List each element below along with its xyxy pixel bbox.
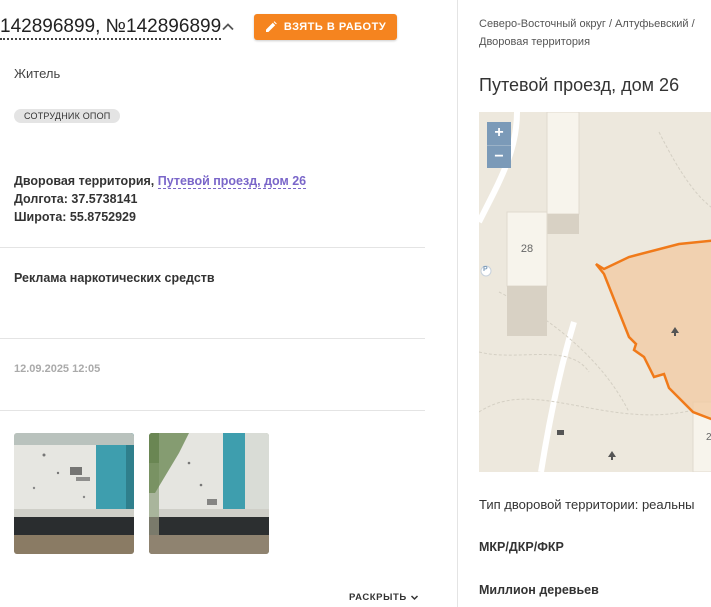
photo-thumbnail-1[interactable]: [14, 433, 134, 554]
territory-type: Тип дворовой территории: реальны: [479, 497, 695, 512]
longitude: Долгота: 37.5738141: [14, 192, 138, 206]
zoom-out-button[interactable]: −: [487, 145, 511, 168]
ticket-title[interactable]: 142896899, №142896899: [0, 16, 222, 40]
chevron-up-icon[interactable]: [220, 19, 236, 35]
role-badge: СОТРУДНИК ОПОП: [14, 109, 121, 123]
ticket-category: Реклама наркотических средств: [14, 271, 215, 285]
zoom-in-button[interactable]: +: [487, 122, 511, 145]
address-link[interactable]: Путевой проезд, дом 26: [157, 174, 307, 189]
take-to-work-label: ВЗЯТЬ В РАБОТУ: [283, 21, 387, 33]
divider: [0, 338, 425, 339]
expand-label: РАСКРЫТЬ: [349, 592, 407, 603]
photo-thumbnail-2[interactable]: [149, 433, 269, 554]
expand-button[interactable]: РАСКРЫТЬ: [349, 592, 419, 603]
latitude: Широта: 55.8752929: [14, 210, 136, 224]
address-prefix: Дворовая территория,: [14, 174, 155, 188]
territory-panel: Северо-Восточный округ / Алтуфьевский / …: [458, 0, 711, 607]
program-million-trees: Миллион деревьев: [479, 583, 599, 597]
ticket-date: 12.09.2025 12:05: [14, 363, 101, 375]
take-to-work-button[interactable]: ВЗЯТЬ В РАБОТУ: [254, 14, 397, 40]
ticket-panel: 142896899, №142896899 ВЗЯТЬ В РАБОТУ Жит…: [0, 0, 458, 607]
divider: [0, 410, 425, 411]
chevron-down-icon: [410, 595, 418, 601]
breadcrumb-current: Дворовая территория: [479, 36, 591, 48]
building-number: 28: [520, 243, 534, 255]
breadcrumb: Северо-Восточный округ / Алтуфьевский / …: [479, 15, 711, 51]
map-canvas[interactable]: [479, 112, 711, 472]
house-title: Путевой проезд, дом 26: [479, 75, 680, 95]
parking-icon: P: [483, 266, 488, 273]
author-role: Житель: [14, 66, 61, 81]
program-mkr: МКР/ДКР/ФКР: [479, 540, 564, 554]
map[interactable]: + − 28 2 P: [479, 112, 711, 472]
building-number: 2: [706, 432, 711, 443]
address-block: Дворовая территория, Путевой проезд, дом…: [14, 172, 307, 226]
pencil-icon: [265, 21, 277, 32]
breadcrumb-path[interactable]: Северо-Восточный округ / Алтуфьевский /: [479, 15, 711, 33]
divider: [0, 247, 425, 248]
